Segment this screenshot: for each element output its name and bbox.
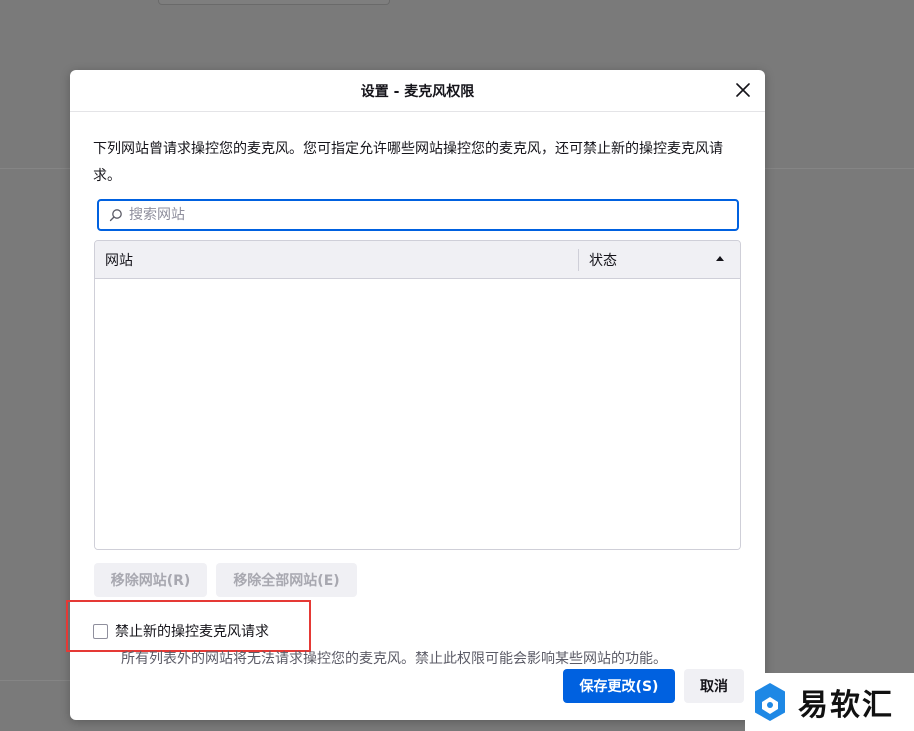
- background-divider: [765, 168, 914, 169]
- cancel-button[interactable]: 取消: [684, 669, 744, 703]
- search-icon: [109, 208, 123, 222]
- remove-all-sites-button[interactable]: 移除全部网站(E): [216, 563, 357, 597]
- table-header: 网站 状态: [95, 241, 740, 279]
- dialog-header: 设置 - 麦克风权限: [70, 70, 765, 112]
- microphone-permissions-dialog: 设置 - 麦克风权限 下列网站曾请求操控您的麦克风。您可指定允许哪些网站操控您的…: [66, 70, 765, 720]
- dialog-description: 下列网站曾请求操控您的麦克风。您可指定允许哪些网站操控您的麦克风，还可禁止新的操…: [93, 141, 723, 184]
- watermark: 易软汇: [745, 673, 914, 731]
- table-body[interactable]: [95, 279, 740, 549]
- block-new-requests-label: 禁止新的操控麦克风请求: [115, 624, 269, 640]
- watermark-text: 易软汇: [798, 688, 894, 723]
- sort-ascending-icon[interactable]: [716, 256, 724, 261]
- column-divider[interactable]: [578, 249, 579, 271]
- block-new-requests-option[interactable]: 禁止新的操控麦克风请求: [93, 621, 269, 641]
- close-button[interactable]: [731, 78, 755, 102]
- remove-site-button[interactable]: 移除网站(R): [94, 563, 207, 597]
- brand-logo-icon: [755, 683, 785, 721]
- dialog-title: 设置 - 麦克风权限: [360, 84, 475, 100]
- background-divider: [0, 168, 70, 169]
- save-changes-button[interactable]: 保存更改(S): [563, 669, 675, 703]
- search-input[interactable]: [127, 202, 737, 228]
- background-divider: [0, 680, 70, 681]
- search-box[interactable]: [97, 199, 739, 231]
- site-permissions-table: 网站 状态: [94, 240, 741, 550]
- background-top-field: [158, 0, 390, 5]
- close-icon: [736, 83, 750, 97]
- column-header-website[interactable]: 网站: [105, 250, 133, 270]
- block-warning-text: 所有列表外的网站将无法请求操控您的麦克风。禁止此权限可能会影响某些网站的功能。: [121, 651, 667, 667]
- block-new-requests-checkbox[interactable]: [93, 623, 108, 639]
- column-header-status[interactable]: 状态: [589, 250, 617, 270]
